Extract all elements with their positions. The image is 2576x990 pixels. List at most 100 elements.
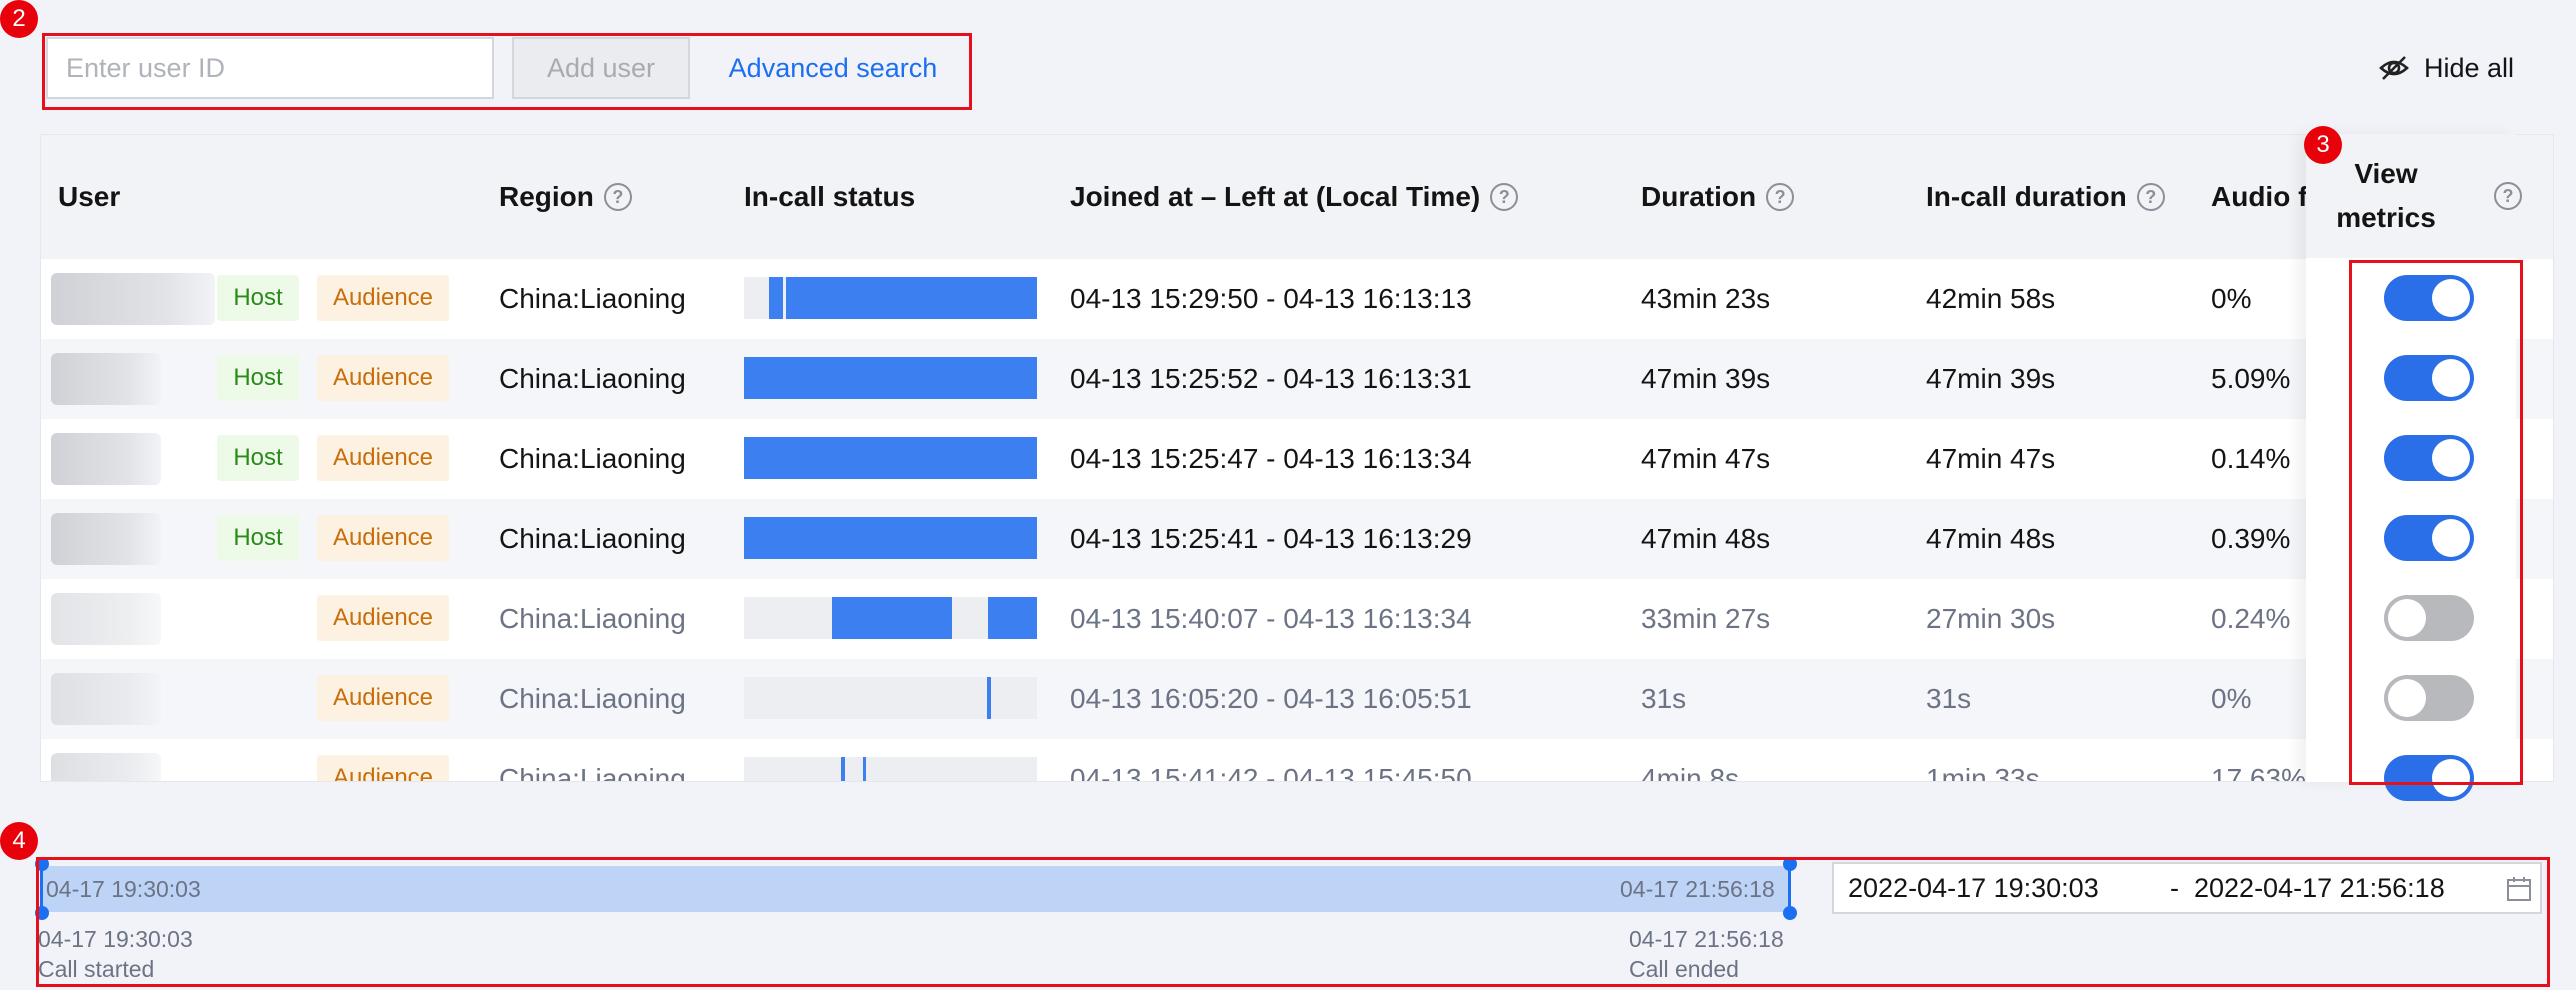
user-id-search-input[interactable] bbox=[46, 37, 494, 99]
view-metrics-line2: metrics bbox=[2336, 202, 2436, 233]
audience-tag: Audience bbox=[317, 515, 449, 561]
callout-badge-4: 4 bbox=[0, 822, 38, 860]
duration-cell: 47min 47s bbox=[1641, 443, 1771, 474]
audience-tag: Audience bbox=[317, 435, 449, 481]
audio-cell: 5.09% bbox=[2211, 363, 2291, 394]
toggle-knob bbox=[2432, 439, 2470, 477]
view-metrics-toggle[interactable] bbox=[2384, 515, 2474, 561]
duration-cell: 33min 27s bbox=[1641, 603, 1771, 634]
col-joined: Joined at – Left at (Local Time)? bbox=[1070, 135, 1519, 259]
view-metrics-toggle[interactable] bbox=[2384, 595, 2474, 641]
incall-duration-cell: 47min 47s bbox=[1926, 443, 2056, 474]
status-segment bbox=[769, 277, 783, 319]
call-started-caption: Call started bbox=[38, 956, 155, 982]
advanced-search-link[interactable]: Advanced search bbox=[700, 37, 966, 99]
time-cell: 04-13 15:29:50 - 04-13 16:13:13 bbox=[1070, 283, 1472, 314]
status-segment bbox=[744, 517, 1037, 559]
col-incall: In-call duration? bbox=[1926, 135, 2165, 259]
status-segment bbox=[987, 677, 991, 719]
table-row: Host Audience China:Liaoning 04-13 15:29… bbox=[41, 259, 2553, 339]
col-joined-label: Joined at – Left at (Local Time) bbox=[1070, 181, 1481, 212]
table-row: Audience China:Liaoning 04-13 15:40:07 -… bbox=[41, 579, 2553, 659]
status-segment bbox=[863, 757, 866, 781]
status-segment bbox=[988, 597, 1037, 639]
audio-cell: 0.39% bbox=[2211, 523, 2291, 554]
audio-cell: 0.14% bbox=[2211, 443, 2291, 474]
col-region-label: Region bbox=[499, 181, 594, 212]
time-cell: 04-13 15:40:07 - 04-13 16:13:34 bbox=[1070, 603, 1472, 634]
audio-cell: 0% bbox=[2211, 683, 2252, 714]
range-start-input[interactable]: 2022-04-17 19:30:03 bbox=[1848, 873, 2099, 904]
incall-duration-cell: 47min 39s bbox=[1926, 363, 2056, 394]
avatar bbox=[51, 273, 215, 325]
add-user-button[interactable]: Add user bbox=[512, 37, 690, 99]
status-segment bbox=[841, 757, 845, 781]
timeline-range-track[interactable] bbox=[42, 866, 1788, 912]
status-segment bbox=[744, 357, 1037, 399]
view-metrics-toggle[interactable] bbox=[2384, 275, 2474, 321]
table-row: Host Audience China:Liaoning 04-13 15:25… bbox=[41, 499, 2553, 579]
col-duration: Duration? bbox=[1641, 135, 1795, 259]
toggle-knob bbox=[2432, 359, 2470, 397]
region-cell: China:Liaoning bbox=[499, 363, 686, 394]
incall-duration-cell: 47min 48s bbox=[1926, 523, 2056, 554]
range-end-knob[interactable] bbox=[1783, 857, 1797, 871]
audience-tag: Audience bbox=[317, 275, 449, 321]
audio-cell: 17.63% bbox=[2211, 763, 2306, 782]
track-end-label: 04-17 21:56:18 bbox=[1620, 876, 1775, 902]
audio-cell: 0% bbox=[2211, 283, 2252, 314]
col-status: In-call status bbox=[744, 181, 916, 212]
range-end-knob-bottom[interactable] bbox=[1783, 906, 1797, 920]
time-cell: 04-13 16:05:20 - 04-13 16:05:51 bbox=[1070, 683, 1472, 714]
host-tag: Host bbox=[217, 275, 299, 321]
view-metrics-line1: View bbox=[2354, 158, 2418, 189]
table-row: Host Audience China:Liaoning 04-13 15:25… bbox=[41, 339, 2553, 419]
view-metrics-toggle[interactable] bbox=[2384, 355, 2474, 401]
help-icon[interactable]: ? bbox=[1766, 183, 1795, 211]
avatar bbox=[51, 753, 161, 781]
toggle-knob bbox=[2432, 279, 2470, 317]
in-call-status-bar bbox=[744, 517, 1037, 559]
incall-duration-cell: 31s bbox=[1926, 683, 1972, 714]
toggle-knob bbox=[2388, 679, 2426, 717]
in-call-status-bar bbox=[744, 597, 1037, 639]
date-range-picker[interactable]: 2022-04-17 19:30:03 - 2022-04-17 21:56:1… bbox=[1832, 862, 2542, 914]
call-end-time: 04-17 21:56:18 bbox=[1629, 926, 1784, 952]
time-cell: 04-13 15:25:52 - 04-13 16:13:31 bbox=[1070, 363, 1472, 394]
duration-cell: 31s bbox=[1641, 683, 1687, 714]
time-cell: 04-13 15:25:47 - 04-13 16:13:34 bbox=[1070, 443, 1472, 474]
help-icon[interactable]: ? bbox=[1490, 183, 1519, 211]
eye-slash-icon bbox=[2379, 56, 2409, 80]
col-region: Region? bbox=[499, 135, 632, 259]
call-start-time: 04-17 19:30:03 bbox=[38, 926, 193, 952]
col-incall-label: In-call duration bbox=[1926, 181, 2127, 212]
in-call-status-bar bbox=[744, 677, 1037, 719]
host-tag: Host bbox=[217, 515, 299, 561]
calendar-icon[interactable] bbox=[2506, 876, 2532, 902]
help-icon[interactable]: ? bbox=[2136, 183, 2165, 211]
table-row: Host Audience China:Liaoning 04-13 15:25… bbox=[41, 419, 2553, 499]
range-end-input[interactable]: 2022-04-17 21:56:18 bbox=[2194, 873, 2445, 904]
range-start-knob[interactable] bbox=[35, 857, 49, 871]
incall-duration-cell: 42min 58s bbox=[1926, 283, 2056, 314]
duration-cell: 47min 39s bbox=[1641, 363, 1771, 394]
hide-all-label: Hide all bbox=[2424, 52, 2515, 83]
region-cell: China:Liaoning bbox=[499, 603, 686, 634]
duration-cell: 4min 8s bbox=[1641, 763, 1740, 782]
region-cell: China:Liaoning bbox=[499, 683, 686, 714]
hide-all-button[interactable]: Hide all bbox=[2378, 48, 2514, 88]
region-cell: China:Liaoning bbox=[499, 523, 686, 554]
range-separator: - bbox=[2170, 872, 2179, 903]
view-metrics-toggle[interactable] bbox=[2384, 755, 2474, 801]
help-icon[interactable]: ? bbox=[603, 183, 632, 211]
help-icon[interactable]: ? bbox=[2494, 182, 2522, 210]
range-start-knob-bottom[interactable] bbox=[35, 906, 49, 920]
view-metrics-toggle[interactable] bbox=[2384, 435, 2474, 481]
avatar bbox=[51, 513, 161, 565]
duration-cell: 47min 48s bbox=[1641, 523, 1771, 554]
incall-duration-cell: 27min 30s bbox=[1926, 603, 2056, 634]
in-call-status-bar bbox=[744, 757, 1037, 781]
user-table: User Region? In-call status Joined at – … bbox=[40, 134, 2554, 782]
view-metrics-toggle[interactable] bbox=[2384, 675, 2474, 721]
call-ended-caption: Call ended bbox=[1629, 956, 1739, 982]
